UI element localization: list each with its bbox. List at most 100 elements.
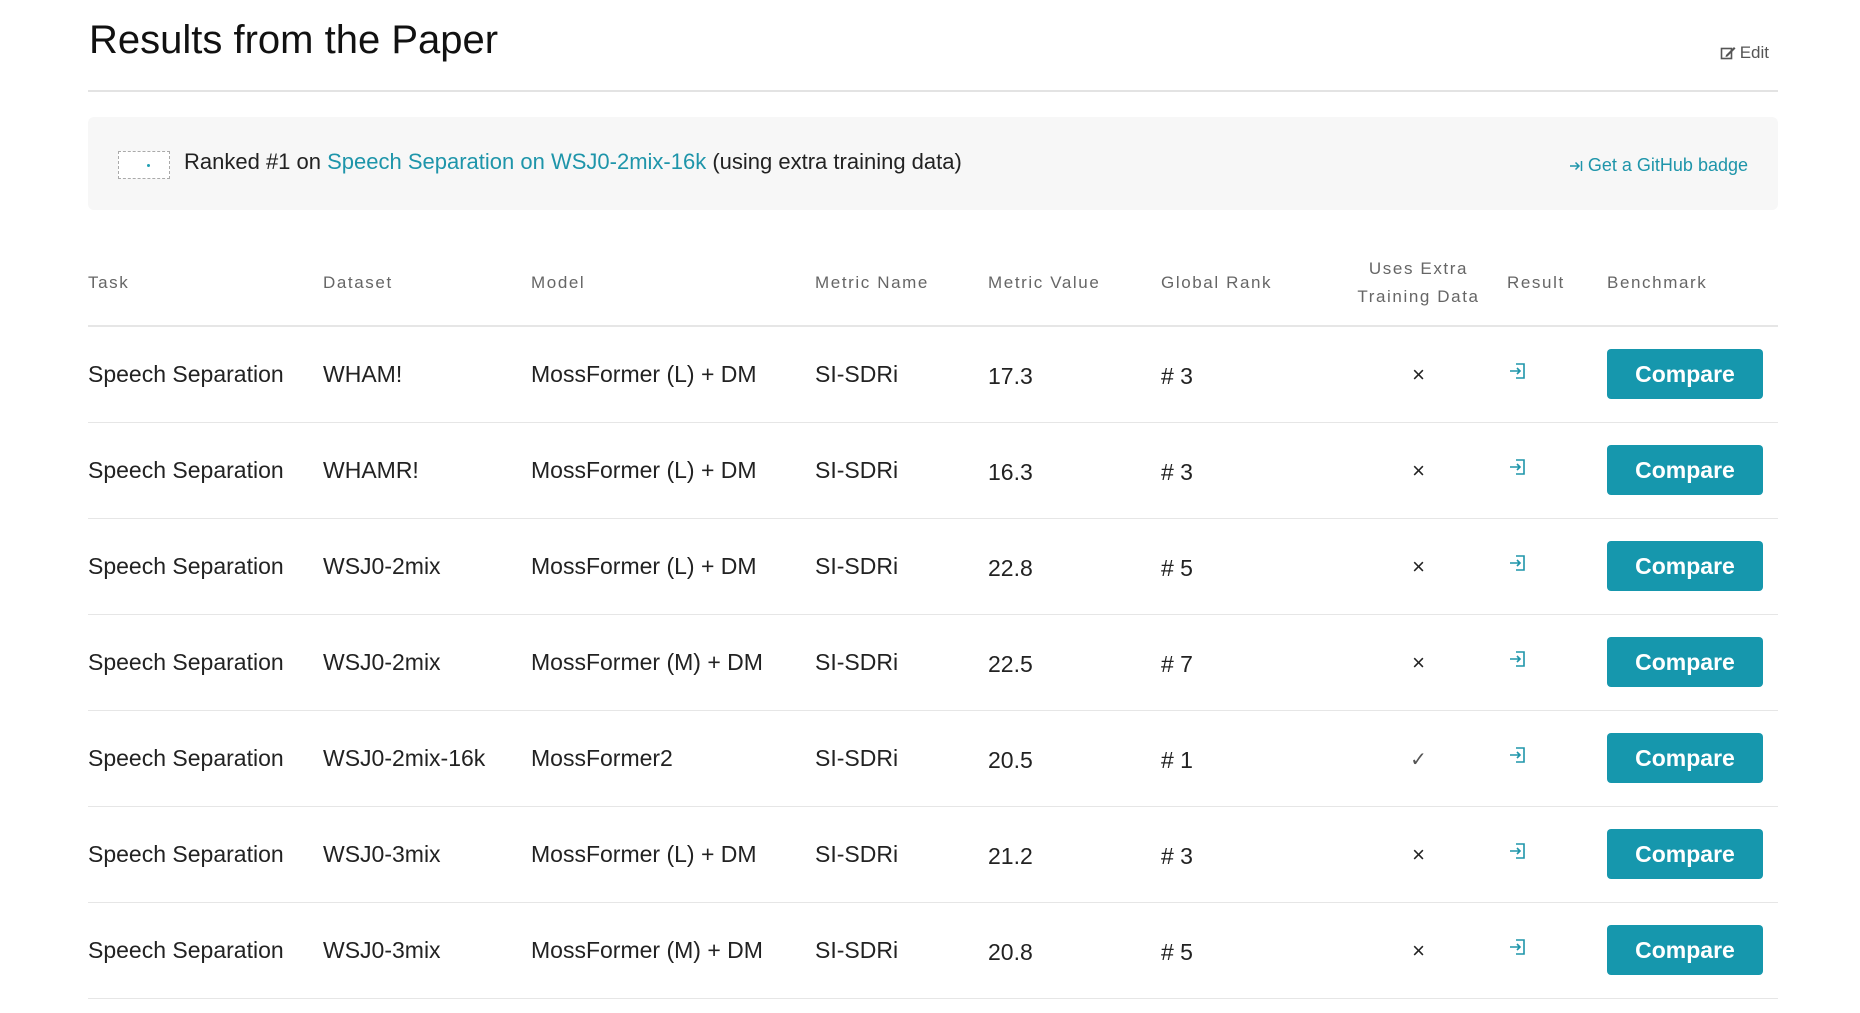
compare-button[interactable]: Compare <box>1607 445 1763 495</box>
cell-result <box>1507 518 1607 615</box>
cell-metric-value: 16.3 <box>988 422 1161 519</box>
sign-in-icon[interactable] <box>1507 552 1529 574</box>
results-body: Speech Separation WHAM! MossFormer (L) + D… <box>88 326 1778 999</box>
cell-model[interactable]: MossFormer (L) + DM <box>531 806 815 903</box>
cell-dataset[interactable]: WSJ0-2mix-16k <box>323 710 531 807</box>
rank-text: Ranked #1 on Speech Separation on WSJ0-2… <box>184 149 962 175</box>
cell-task[interactable]: Speech Separation <box>88 806 323 903</box>
cell-task[interactable]: Speech Separation <box>88 326 323 423</box>
cell-metric-name: SI-SDRi <box>815 614 988 711</box>
cell-task[interactable]: Speech Separation <box>88 518 323 615</box>
benchmark-link[interactable]: Speech Separation on WSJ0-2mix-16k <box>327 149 706 174</box>
cross-icon: × <box>1412 361 1425 387</box>
cell-task[interactable]: Speech Separation <box>88 902 323 999</box>
compare-button[interactable]: Compare <box>1607 925 1763 975</box>
cell-result <box>1507 806 1607 903</box>
cell-global-rank: # 5 <box>1161 518 1330 615</box>
table-row: Speech Separation WSJ0-2mix-16k MossFormer… <box>88 710 1778 807</box>
edit-label: Edit <box>1739 43 1769 62</box>
compare-button[interactable]: Compare <box>1607 637 1763 687</box>
cell-metric-value: 20.8 <box>988 902 1161 999</box>
cell-task[interactable]: Speech Separation <box>88 422 323 519</box>
cell-global-rank: # 5 <box>1161 902 1330 999</box>
cell-dataset[interactable]: WHAMR! <box>323 422 531 519</box>
cell-result <box>1507 710 1607 807</box>
cell-result <box>1507 902 1607 999</box>
cross-icon: × <box>1412 649 1425 675</box>
compare-button[interactable]: Compare <box>1607 733 1763 783</box>
cell-model[interactable]: MossFormer2 <box>531 710 815 807</box>
cell-metric-value: 22.5 <box>988 614 1161 711</box>
github-badge-link[interactable]: Get a GitHub badge <box>1569 155 1748 176</box>
cell-model[interactable]: MossFormer (L) + DM <box>531 422 815 519</box>
table-header-row: Task Dataset Model Metric Name Metric Va… <box>88 240 1778 327</box>
cell-benchmark: Compare <box>1607 422 1778 519</box>
sign-in-icon[interactable] <box>1507 648 1529 670</box>
cell-metric-name: SI-SDRi <box>815 422 988 519</box>
sign-in-icon[interactable] <box>1507 744 1529 766</box>
rank-prefix: Ranked #1 on <box>184 149 321 174</box>
results-table: Task Dataset Model Metric Name Metric Va… <box>88 240 1778 999</box>
cell-task[interactable]: Speech Separation <box>88 710 323 807</box>
cell-metric-value: 17.3 <box>988 326 1161 423</box>
col-metric-name[interactable]: Metric Name <box>815 240 988 327</box>
col-dataset[interactable]: Dataset <box>323 240 531 327</box>
cell-metric-name: SI-SDRi <box>815 806 988 903</box>
cell-task[interactable]: Speech Separation <box>88 614 323 711</box>
col-extra-data-line1: Uses Extra <box>1368 258 1469 278</box>
cell-metric-value: 21.2 <box>988 806 1161 903</box>
cell-extra-data: × <box>1330 518 1507 615</box>
col-metric-value[interactable]: Metric Value <box>988 240 1161 327</box>
sign-in-icon[interactable] <box>1507 840 1529 862</box>
github-badge-label: Get a GitHub badge <box>1587 155 1748 175</box>
compare-button[interactable]: Compare <box>1607 349 1763 400</box>
col-benchmark: Benchmark <box>1607 240 1778 327</box>
check-icon: ✓ <box>1410 748 1427 771</box>
sign-in-icon[interactable] <box>1507 936 1529 958</box>
cell-metric-name: SI-SDRi <box>815 902 988 999</box>
compare-button[interactable]: Compare <box>1607 541 1763 591</box>
cross-icon: × <box>1412 937 1425 963</box>
cell-global-rank: # 3 <box>1161 422 1330 519</box>
table-row: Speech Separation WSJ0-3mix MossFormer (L)… <box>88 806 1778 903</box>
cell-benchmark: Compare <box>1607 326 1778 423</box>
cell-benchmark: Compare <box>1607 710 1778 807</box>
cell-model[interactable]: MossFormer (M) + DM <box>531 902 815 999</box>
sign-in-icon[interactable] <box>1507 456 1529 478</box>
table-row: Speech Separation WSJ0-2mix MossFormer (M)… <box>88 614 1778 711</box>
cell-dataset[interactable]: WSJ0-3mix <box>323 806 531 903</box>
cross-icon: × <box>1412 457 1425 483</box>
cell-extra-data: × <box>1330 422 1507 519</box>
cell-model[interactable]: MossFormer (M) + DM <box>531 614 815 711</box>
page-title: Results from the Paper <box>89 18 499 62</box>
table-row: Speech Separation WSJ0-2mix MossFormer (L)… <box>88 518 1778 615</box>
edit-link[interactable]: Edit <box>1720 43 1769 63</box>
cell-dataset[interactable]: WSJ0-3mix <box>323 902 531 999</box>
cross-icon: × <box>1412 841 1425 867</box>
cell-metric-name: SI-SDRi <box>815 518 988 615</box>
cell-dataset[interactable]: WSJ0-2mix <box>323 518 531 615</box>
compare-button[interactable]: Compare <box>1607 829 1763 879</box>
cell-metric-value: 22.8 <box>988 518 1161 615</box>
col-global-rank[interactable]: Global Rank <box>1161 240 1330 327</box>
cell-extra-data: × <box>1330 806 1507 903</box>
cell-metric-name: SI-SDRi <box>815 326 988 423</box>
cell-benchmark: Compare <box>1607 902 1778 999</box>
col-extra-data[interactable]: Uses Extra Training Data <box>1330 240 1507 327</box>
cell-result <box>1507 422 1607 519</box>
cell-benchmark: Compare <box>1607 806 1778 903</box>
arrow-to-right-icon <box>1569 160 1583 171</box>
badge-thumbnail <box>118 151 170 179</box>
cell-global-rank: # 3 <box>1161 326 1330 423</box>
sign-in-icon[interactable] <box>1507 360 1529 382</box>
col-model[interactable]: Model <box>531 240 815 327</box>
cell-dataset[interactable]: WSJ0-2mix <box>323 614 531 711</box>
cell-model[interactable]: MossFormer (L) + DM <box>531 518 815 615</box>
table-row: Speech Separation WSJ0-3mix MossFormer (M)… <box>88 902 1778 999</box>
col-task[interactable]: Task <box>88 240 323 327</box>
cell-dataset[interactable]: WHAM! <box>323 326 531 423</box>
rank-banner: Ranked #1 on Speech Separation on WSJ0-2… <box>88 117 1778 210</box>
cross-icon: × <box>1412 553 1425 579</box>
cell-result <box>1507 326 1607 423</box>
cell-model[interactable]: MossFormer (L) + DM <box>531 326 815 423</box>
